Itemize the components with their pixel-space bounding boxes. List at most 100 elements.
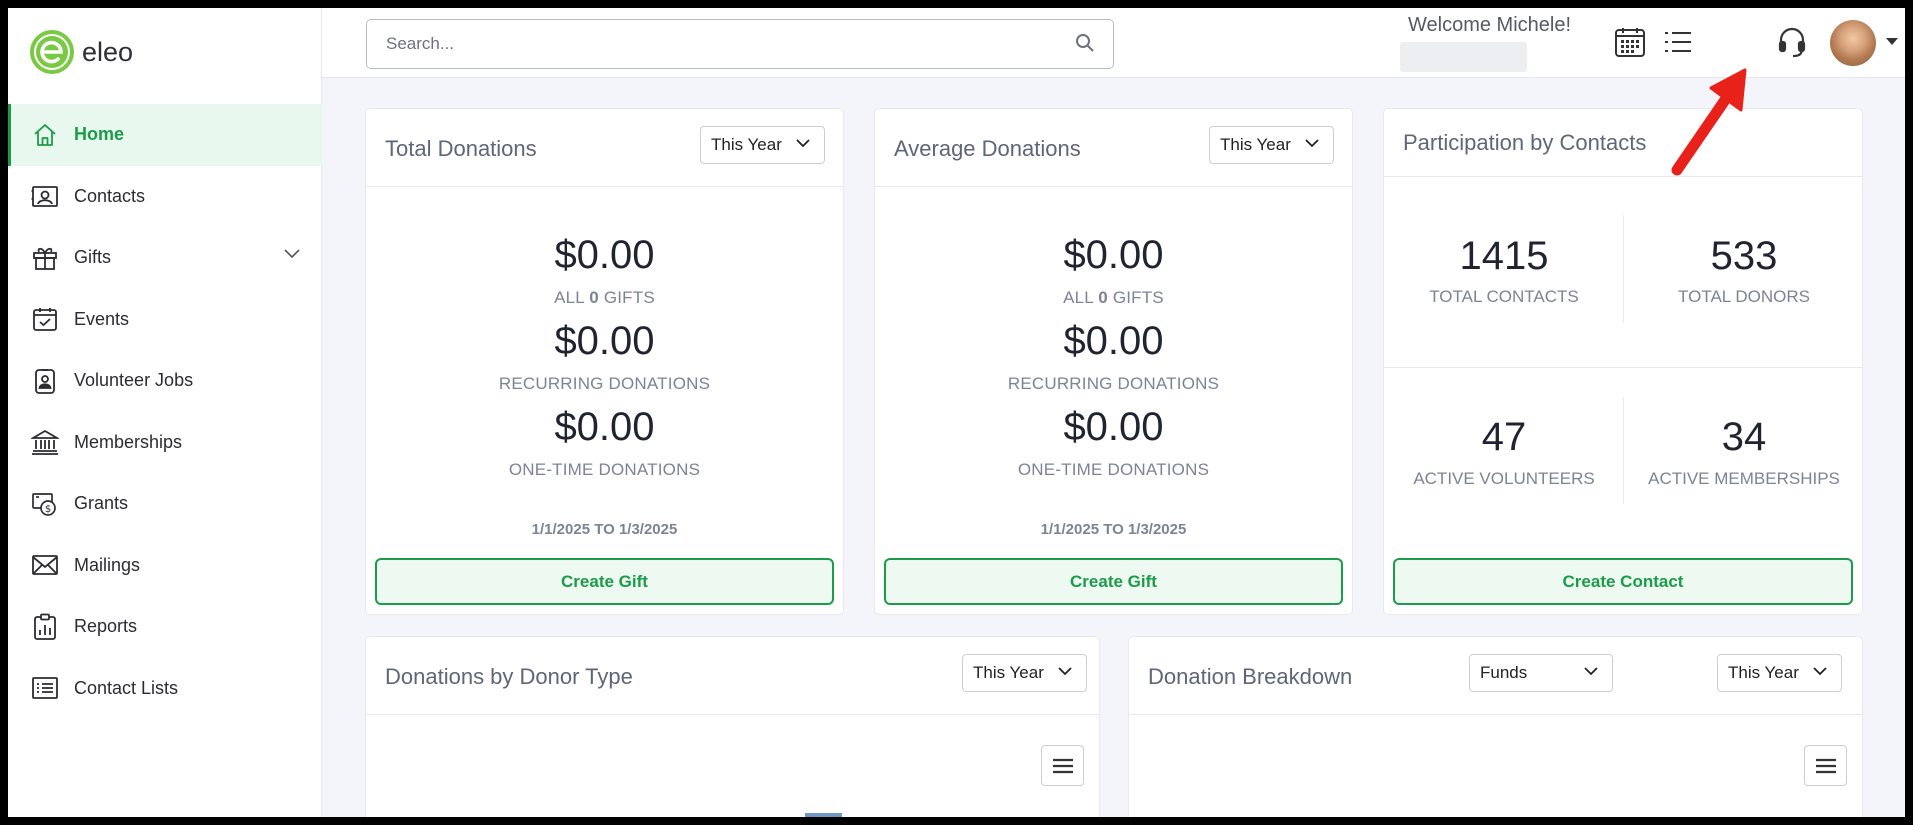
task-list-icon[interactable] bbox=[1658, 22, 1698, 62]
onetime-amount: $0.00 bbox=[1063, 405, 1164, 449]
card-title: Total Donations bbox=[385, 136, 537, 161]
home-icon bbox=[30, 120, 60, 150]
hamburger-icon bbox=[1052, 758, 1073, 773]
dropdown-value: This Year bbox=[1728, 663, 1799, 682]
total-contacts-value: 1415 bbox=[1459, 234, 1549, 278]
gift-icon bbox=[30, 243, 60, 273]
chevron-down-icon bbox=[1058, 667, 1072, 676]
onetime-label: ONE-TIME DONATIONS bbox=[1017, 460, 1210, 479]
sidebar-item-label: Reports bbox=[74, 616, 138, 637]
all-gifts-label: ALL 0 GIFTS bbox=[1063, 288, 1164, 307]
period-dropdown[interactable]: This Year bbox=[962, 654, 1087, 692]
period-dropdown[interactable]: This Year bbox=[1717, 654, 1842, 692]
recurring-amount: $0.00 bbox=[554, 319, 655, 363]
chart-menu-button[interactable] bbox=[1041, 745, 1084, 786]
sidebar-item-label: Gifts bbox=[74, 247, 112, 268]
sidebar-item-grants[interactable]: $ Grants bbox=[8, 473, 322, 535]
active-memberships-value: 34 bbox=[1721, 415, 1767, 459]
svg-text:$: $ bbox=[45, 504, 51, 515]
participation-card: Participation by Contacts 1415 TOTAL CON… bbox=[1383, 108, 1863, 615]
recurring-label: RECURRING DONATIONS bbox=[1007, 374, 1220, 393]
badge-icon bbox=[30, 366, 60, 396]
active-volunteers-label: ACTIVE VOLUNTEERS bbox=[1413, 469, 1595, 488]
active-memberships-label: ACTIVE MEMBERSHIPS bbox=[1648, 469, 1840, 488]
envelope-icon bbox=[30, 550, 60, 580]
date-range: 1/1/2025 TO 1/3/2025 bbox=[531, 521, 678, 538]
date-range: 1/1/2025 TO 1/3/2025 bbox=[1040, 521, 1187, 538]
sidebar-item-contact-lists[interactable]: Contact Lists bbox=[8, 658, 322, 720]
money-icon: $ bbox=[30, 489, 60, 519]
card-header: Average Donations This Year bbox=[875, 109, 1352, 187]
create-gift-button[interactable]: Create Gift bbox=[375, 558, 834, 605]
sidebar-item-gifts[interactable]: Gifts bbox=[8, 227, 322, 289]
period-dropdown[interactable]: This Year bbox=[1209, 126, 1334, 164]
logo[interactable]: eleo bbox=[30, 30, 133, 74]
chevron-down-icon bbox=[1305, 139, 1319, 148]
headset-icon[interactable] bbox=[1772, 22, 1812, 62]
recurring-label: RECURRING DONATIONS bbox=[498, 374, 711, 393]
sidebar-item-volunteer-jobs[interactable]: Volunteer Jobs bbox=[8, 350, 322, 412]
eleo-logo-icon bbox=[30, 30, 74, 74]
search-input[interactable] bbox=[367, 20, 1047, 68]
total-donors-label: TOTAL DONORS bbox=[1678, 287, 1810, 306]
clipboard-chart-icon bbox=[30, 612, 60, 642]
card-header: Donation Breakdown Funds This Year bbox=[1129, 637, 1862, 715]
sidebar-item-mailings[interactable]: Mailings bbox=[8, 535, 322, 597]
search-box bbox=[366, 19, 1114, 69]
period-dropdown[interactable]: This Year bbox=[700, 126, 825, 164]
contact-card-icon bbox=[30, 181, 60, 211]
card-header: Total Donations This Year bbox=[366, 109, 843, 187]
sidebar-nav: Home Contacts Gifts Events Volunteer Job… bbox=[8, 104, 322, 719]
total-donors-value: 533 bbox=[1710, 234, 1778, 278]
card-header: Donations by Donor Type This Year bbox=[366, 637, 1099, 715]
sidebar-item-label: Home bbox=[74, 124, 125, 145]
app-window: eleo Home Contacts Gifts Events Voluntee… bbox=[8, 8, 1905, 817]
create-contact-button[interactable]: Create Contact bbox=[1393, 558, 1853, 605]
divider bbox=[1384, 367, 1862, 368]
chart-menu-button[interactable] bbox=[1804, 745, 1847, 786]
create-gift-button[interactable]: Create Gift bbox=[884, 558, 1343, 605]
sidebar-item-label: Memberships bbox=[74, 431, 183, 452]
sidebar-item-contacts[interactable]: Contacts bbox=[8, 166, 322, 228]
onetime-amount: $0.00 bbox=[554, 405, 655, 449]
chevron-down-icon[interactable] bbox=[284, 249, 300, 259]
sidebar-item-label: Contact Lists bbox=[74, 677, 179, 698]
active-volunteers-value: 47 bbox=[1481, 415, 1527, 459]
group-by-dropdown[interactable]: Funds bbox=[1469, 654, 1613, 692]
sidebar-item-events[interactable]: Events bbox=[8, 289, 322, 351]
bank-icon bbox=[30, 427, 60, 457]
all-gifts-amount: $0.00 bbox=[554, 233, 655, 277]
total-donations-card: Total Donations This Year $0.00 ALL 0 GI… bbox=[365, 108, 844, 615]
chevron-down-icon bbox=[1584, 667, 1598, 676]
sidebar-item-memberships[interactable]: Memberships bbox=[8, 412, 322, 474]
avatar[interactable] bbox=[1830, 20, 1876, 66]
chevron-down-icon bbox=[1813, 667, 1827, 676]
annotation-arrow-icon bbox=[1671, 68, 1747, 176]
search-icon[interactable] bbox=[1075, 33, 1095, 53]
sidebar-item-label: Events bbox=[74, 308, 130, 329]
dropdown-value: This Year bbox=[1220, 135, 1291, 154]
all-gifts-amount: $0.00 bbox=[1063, 233, 1164, 277]
sidebar: eleo Home Contacts Gifts Events Voluntee… bbox=[8, 8, 322, 817]
sidebar-item-label: Contacts bbox=[74, 185, 146, 206]
sidebar-item-home[interactable]: Home bbox=[8, 104, 322, 166]
gift-count: 0 bbox=[1098, 288, 1108, 307]
card-title: Participation by Contacts bbox=[1403, 130, 1647, 155]
card-header: Participation by Contacts bbox=[1384, 109, 1862, 177]
card-title: Average Donations bbox=[894, 136, 1081, 161]
logo-text: eleo bbox=[82, 36, 134, 67]
caret-down-icon[interactable] bbox=[1886, 38, 1898, 45]
sidebar-item-reports[interactable]: Reports bbox=[8, 596, 322, 658]
chart-bar-partial bbox=[805, 813, 842, 817]
list-icon bbox=[30, 673, 60, 703]
sidebar-item-label: Volunteer Jobs bbox=[74, 370, 194, 391]
welcome-message: Welcome Michele! bbox=[1408, 14, 1572, 36]
calendar-grid-icon[interactable] bbox=[1610, 22, 1650, 62]
card-title: Donations by Donor Type bbox=[385, 664, 633, 689]
average-donations-card: Average Donations This Year $0.00 ALL 0 … bbox=[874, 108, 1353, 615]
all-gifts-label: ALL 0 GIFTS bbox=[554, 288, 655, 307]
recurring-amount: $0.00 bbox=[1063, 319, 1164, 363]
dropdown-value: Funds bbox=[1480, 663, 1528, 682]
donor-type-card: Donations by Donor Type This Year bbox=[365, 636, 1100, 817]
onetime-label: ONE-TIME DONATIONS bbox=[508, 460, 701, 479]
